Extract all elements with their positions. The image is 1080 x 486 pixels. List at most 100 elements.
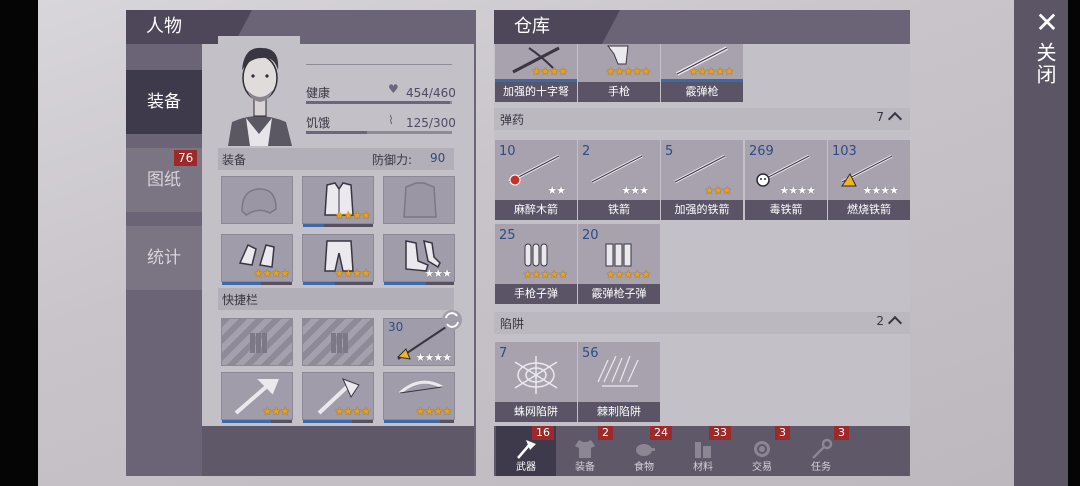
crossbow-name: 加强的十字弩: [495, 82, 577, 102]
materials-badge: 33: [709, 426, 731, 440]
web-trap-name: 蛛网陷阱: [495, 402, 577, 422]
health-bar-fill: [306, 101, 451, 104]
quickbar-slot-6[interactable]: ★★★★: [383, 372, 455, 423]
item-crossbow[interactable]: ★★★★ 加强的十字弩: [495, 44, 577, 102]
slot-pants[interactable]: ★★★★: [302, 234, 374, 285]
iron-arrow-stars: ★★★: [621, 184, 649, 197]
poison-arrow-name: 毒铁箭: [745, 200, 827, 220]
item-reinforced-arrow[interactable]: 5 ★★★ 加强的铁箭: [661, 140, 743, 220]
quickbar-slot-2[interactable]: [302, 318, 374, 366]
hunger-bar-fill: [306, 131, 367, 134]
slot-helmet[interactable]: [221, 176, 293, 224]
blueprints-badge: 76: [174, 150, 198, 166]
fire-arrow-stars: ★★★★: [862, 184, 899, 197]
axe-stars: ★★★★: [334, 405, 371, 418]
tab-equipment[interactable]: 装备: [126, 70, 202, 134]
weapons-label: 武器: [516, 462, 536, 473]
stats-divider: [306, 64, 452, 65]
shotgun-shell-name: 霰弹枪子弹: [578, 284, 660, 304]
item-tranq-arrow[interactable]: 10 ★★ 麻醉木箭: [495, 140, 577, 220]
hunger-icon: ⌇: [388, 113, 394, 127]
item-fire-arrow[interactable]: 103 ★★★★ 燃烧铁箭: [828, 140, 910, 220]
item-shotgun[interactable]: ★★★★★ 霰弹枪: [661, 44, 743, 102]
boots-stars: ★★★: [424, 267, 452, 280]
ammo-count-wrap: 7: [876, 110, 903, 127]
item-pistol[interactable]: ★★★★★ 手枪: [578, 44, 660, 102]
screen-edge-left: [0, 0, 38, 486]
close-icon[interactable]: ✕: [1035, 8, 1059, 38]
wrench-durability: [222, 420, 292, 423]
fire-arrow-name: 燃烧铁箭: [828, 200, 910, 220]
slot-armor[interactable]: ★★★★: [302, 176, 374, 227]
armor-durability: [303, 224, 373, 227]
item-web-trap[interactable]: 7 蛛网陷阱: [495, 342, 577, 422]
shirt-icon: [575, 440, 595, 458]
materials-label: 材料: [693, 462, 713, 473]
shotgun-shell-stars: ★★★★★: [605, 268, 651, 281]
heart-icon: ♥: [388, 82, 399, 96]
coin-icon: [754, 441, 770, 457]
gear-badge: 2: [598, 426, 613, 440]
pistol-ammo-stars: ★★★★★: [522, 268, 568, 281]
category-traps[interactable]: 陷阱 2: [494, 312, 910, 334]
ammo-count: 7: [876, 110, 884, 124]
slot-jacket[interactable]: [383, 176, 455, 224]
web-trap-icon: [514, 356, 558, 394]
quickbar-slot-5[interactable]: ★★★★: [302, 372, 374, 423]
tab-materials[interactable]: 33 材料: [673, 426, 733, 476]
warehouse-title: 仓库: [494, 10, 620, 44]
item-poison-arrow[interactable]: 269 ★★★★ 毒铁箭: [745, 140, 827, 220]
character-footer: [202, 426, 474, 476]
jacket-icon: [403, 182, 437, 218]
spike-trap-icon: [597, 355, 639, 387]
tab-quests[interactable]: 3 任务: [791, 426, 851, 476]
pants-stars: ★★★★: [334, 267, 371, 280]
wrench-stars: ★★★: [262, 405, 290, 418]
shotgun-name: 霰弹枪: [661, 82, 743, 102]
item-iron-arrow[interactable]: 2 ★★★ 铁箭: [578, 140, 660, 220]
close-label[interactable]: 关闭: [1033, 42, 1060, 86]
food-badge: 24: [650, 426, 672, 440]
quickbar-qty: 30: [388, 320, 404, 334]
tab-gear[interactable]: 2 装备: [555, 426, 615, 476]
key-icon: [812, 438, 833, 459]
item-pistol-ammo[interactable]: 25 ★★★★★ 手枪子弹: [495, 224, 577, 304]
gear-label: 装备: [575, 462, 595, 473]
spike-trap-name: 棘刺陷阱: [578, 402, 660, 422]
equipment-header: [218, 148, 454, 170]
tab-stats[interactable]: 统计: [126, 226, 202, 290]
pistol-ammo-name: 手枪子弹: [495, 284, 577, 304]
bow-stars: ★★★★: [415, 405, 452, 418]
empty-ammo-icon: [250, 333, 267, 353]
empty-shell-icon: [331, 333, 348, 353]
swap-icon[interactable]: [440, 308, 464, 332]
food-label: 食物: [634, 462, 654, 473]
boots-durability: [384, 282, 454, 285]
armor-stars: ★★★★: [334, 209, 371, 222]
chevron-up-icon[interactable]: [887, 315, 903, 331]
hunger-value: 125/300: [406, 116, 456, 130]
crossbow-stars: ★★★★: [531, 65, 568, 78]
pistol-stars: ★★★★★: [605, 65, 651, 78]
axe-icon: [517, 440, 536, 459]
slot-gloves[interactable]: ★★★★: [221, 234, 293, 285]
category-ammo[interactable]: 弹药 7: [494, 108, 910, 130]
tab-weapons[interactable]: 16 武器: [496, 426, 556, 476]
warehouse-header-strip: [602, 10, 910, 44]
axe-durability: [303, 420, 373, 423]
tab-food[interactable]: 24 食物: [614, 426, 674, 476]
reinforced-arrow-name: 加强的铁箭: [661, 200, 743, 220]
traps-count-wrap: 2: [876, 314, 903, 331]
slot-boots[interactable]: ★★★: [383, 234, 455, 285]
quickbar-slot-1[interactable]: [221, 318, 293, 366]
chevron-up-icon[interactable]: [887, 111, 903, 127]
ammo-label: 弹药: [500, 113, 525, 127]
tab-trade[interactable]: 3 交易: [732, 426, 792, 476]
materials-icon: [695, 442, 711, 458]
quickbar-slot-4[interactable]: ★★★: [221, 372, 293, 423]
poison-arrow-stars: ★★★★: [779, 184, 816, 197]
meat-icon: [636, 444, 655, 456]
item-spike-trap[interactable]: 56 棘刺陷阱: [578, 342, 660, 422]
tranq-arrow-stars: ★★: [547, 184, 566, 197]
item-shotgun-shell[interactable]: 20 ★★★★★ 霰弹枪子弹: [578, 224, 660, 304]
